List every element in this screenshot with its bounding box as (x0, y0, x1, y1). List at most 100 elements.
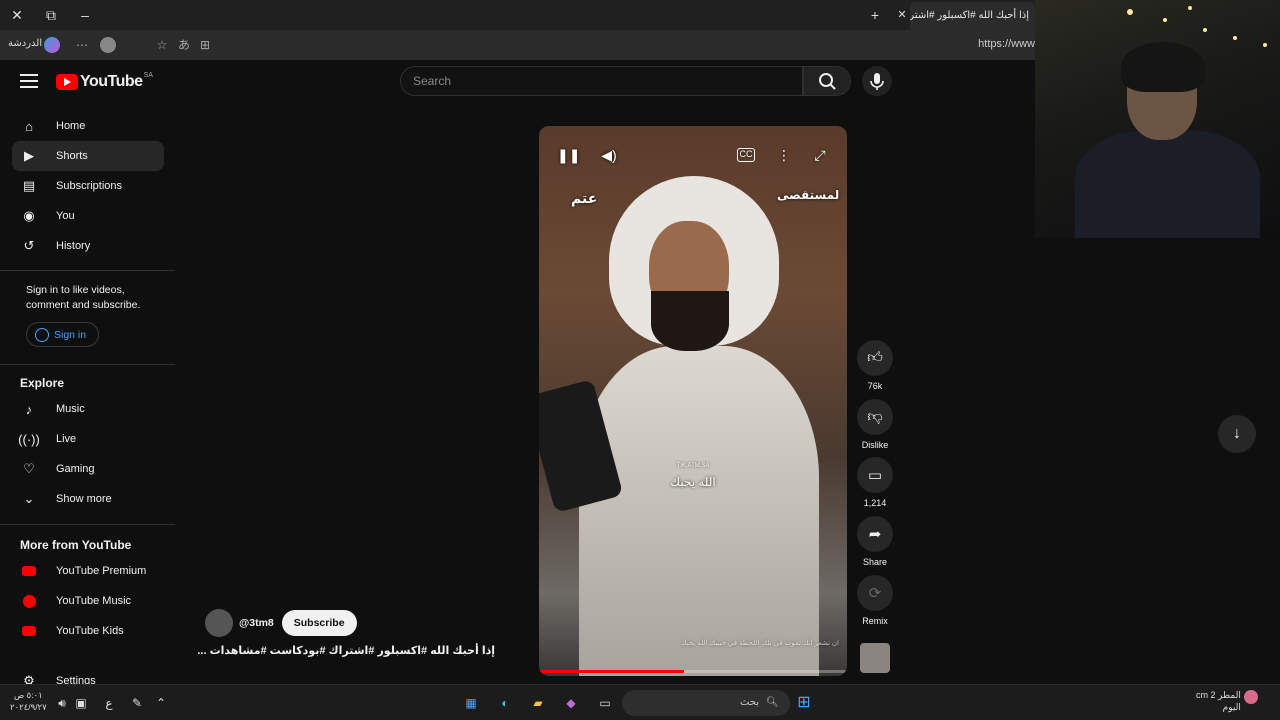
subscribe-button[interactable]: Subscribe (281, 610, 357, 636)
sidebar-item-history[interactable]: ↺ History (12, 231, 164, 261)
language-indicator[interactable]: ع (100, 694, 118, 712)
next-video-button[interactable]: ↓ (1218, 415, 1256, 453)
arrow-down-icon: ↓ (1233, 425, 1241, 442)
tab-close-icon[interactable]: ✕ (893, 6, 911, 24)
remix-label: Remix (862, 616, 888, 626)
sidebar-item-shorts[interactable]: ▶ Shorts (12, 141, 164, 171)
pen-icon[interactable]: ✎ (128, 694, 146, 712)
search-button[interactable] (803, 66, 851, 96)
chat-label[interactable]: الدردشة (8, 38, 42, 49)
sidebar-item-home[interactable]: ⌂ Home (12, 111, 164, 141)
like-button[interactable]: 👍︎ 76k (857, 340, 893, 391)
windows-start-icon[interactable]: ⊞ (795, 694, 813, 712)
shorts-video-player[interactable]: ❚❚ ◀) CC ⋮ ⤢ عتم لمستقصى TIK.ATM.SA الله… (539, 126, 847, 676)
file-explorer-icon[interactable]: ▰ (529, 694, 547, 712)
chevron-up-icon[interactable]: ⌃ (152, 694, 170, 712)
sidebar-item-label: You (56, 210, 75, 222)
edge-icon[interactable]: ◐ (496, 694, 514, 712)
sidebar-item-label: Gaming (56, 463, 95, 475)
voice-search-button[interactable] (862, 66, 892, 96)
youtube-play-icon (56, 74, 78, 90)
person-body (1075, 130, 1260, 238)
more-vert-icon[interactable]: ⋮ (773, 144, 795, 166)
sidebar-item-you[interactable]: ◉ You (12, 201, 164, 231)
video-title[interactable]: إذا أحبك الله #اكسبلور #اشتراك #بودكاست … (197, 644, 495, 657)
store-icon[interactable]: ▦ (462, 694, 480, 712)
video-progress-fill (539, 670, 684, 673)
youtube-premium-icon (20, 562, 38, 580)
sidebar-item-youtube-kids[interactable]: YouTube Kids (12, 616, 164, 646)
weather-widget[interactable]: المطر 2 cm اليوم (1196, 689, 1241, 713)
window-icon[interactable]: ▭ (596, 694, 614, 712)
taskbar-clock[interactable]: ٥:٠١ ص ٢٠٢٤/٩/٢٧ (10, 689, 47, 713)
sign-in-button[interactable]: Sign in (26, 322, 99, 347)
url-field[interactable]: https://www (978, 38, 1035, 50)
close-icon[interactable]: ✕ (8, 6, 26, 24)
youtube-logo[interactable]: YouTube SA (56, 72, 153, 92)
divider (0, 364, 175, 365)
remix-button[interactable]: ⟳ Remix (857, 575, 893, 626)
translate-icon[interactable]: あ (176, 37, 192, 53)
volume-icon[interactable]: ◀) (598, 144, 620, 166)
channel-handle[interactable]: @3tm8 (239, 617, 274, 629)
fullscreen-icon[interactable]: ⤢ (809, 144, 831, 166)
account-icon (35, 327, 49, 342)
more-from-youtube-heading: More from YouTube (20, 538, 132, 552)
apps-icon[interactable]: ⊞ (197, 37, 213, 53)
avatar[interactable] (205, 609, 233, 637)
taskbar-search[interactable]: بحث 🔍︎ (622, 690, 790, 716)
app-icon[interactable]: ◆ (562, 694, 580, 712)
comments-button[interactable]: ▭ 1,214 (857, 457, 893, 508)
sidebar-item-gaming[interactable]: ♡ Gaming (12, 454, 164, 484)
profile-icon[interactable] (100, 37, 116, 53)
address-bar: الدردشة ⋯ ☆ あ ⊞ https://www (0, 30, 1035, 60)
sign-in-label: Sign in (54, 328, 87, 341)
comment-icon: ▭ (857, 457, 893, 493)
person-hair (1121, 42, 1205, 92)
sidebar-item-live[interactable]: ((·)) Live (12, 424, 164, 454)
sidebar: ⌂ Home ▶ Shorts ▤ Subscriptions ◉ You ↺ … (0, 110, 175, 685)
live-icon: ((·)) (18, 431, 40, 447)
weather-temp: 2 cm (1196, 690, 1216, 700)
taskbar: ٥:٠١ ص ٢٠٢٤/٩/٢٧ 🔊︎ ▣ ع ✎ ⌃ ▦ ◐ ▰ ◆ ▭ بح… (0, 684, 1280, 720)
youtube-header: YouTube SA Search (0, 60, 1035, 104)
sidebar-item-settings[interactable]: ⚙ Settings (12, 666, 164, 685)
sidebar-show-more[interactable]: ⌄ Show more (12, 484, 164, 514)
channel-info: @3tm8 Subscribe (205, 609, 357, 637)
favorite-icon[interactable]: ☆ (154, 37, 170, 53)
sidebar-item-youtube-music[interactable]: YouTube Music (12, 586, 164, 616)
region-code: SA (143, 72, 153, 79)
sidebar-item-subscriptions[interactable]: ▤ Subscriptions (12, 171, 164, 201)
captions-icon[interactable]: CC (737, 148, 755, 162)
search-input[interactable]: Search (400, 66, 803, 96)
notification-badge-icon[interactable] (1244, 690, 1258, 704)
channel-thumbnail[interactable] (857, 643, 893, 673)
menu-icon[interactable] (20, 74, 38, 88)
weather-label: المطر (1218, 690, 1241, 700)
video-frame-beard (651, 291, 729, 351)
share-icon: ➦ (857, 516, 893, 552)
home-icon: ⌂ (25, 118, 33, 134)
taskbar-search-label: بحث (740, 697, 760, 708)
sidebar-item-label: Music (56, 403, 85, 415)
copilot-icon[interactable] (44, 37, 60, 53)
dislike-button[interactable]: 👎︎ Dislike (857, 399, 893, 450)
dislike-label: Dislike (861, 440, 889, 450)
video-overlay-logo: عتم (571, 190, 598, 206)
video-frame-robe (579, 346, 819, 676)
clock-date: ٢٠٢٤/٩/٢٧ (10, 702, 47, 712)
youtube-music-icon (20, 592, 38, 610)
sidebar-item-music[interactable]: ♪ Music (12, 394, 164, 424)
more-icon[interactable]: ⋯ (74, 37, 90, 53)
restore-icon[interactable]: ⧉ (42, 6, 60, 24)
sidebar-item-youtube-premium[interactable]: YouTube Premium (12, 556, 164, 586)
speaker-icon[interactable]: 🔊︎ (53, 694, 71, 712)
new-tab-icon[interactable]: + (866, 6, 884, 24)
minimize-icon[interactable]: – (76, 6, 94, 24)
network-icon[interactable]: ▣ (72, 694, 90, 712)
share-button[interactable]: ➦ Share (857, 516, 893, 567)
browser-tab[interactable]: إذا أحبك الله #اكسبلور #اشتراك (910, 2, 1035, 30)
video-progress-bar[interactable] (539, 670, 847, 673)
explore-heading: Explore (20, 376, 65, 390)
pause-icon[interactable]: ❚❚ (557, 144, 580, 166)
